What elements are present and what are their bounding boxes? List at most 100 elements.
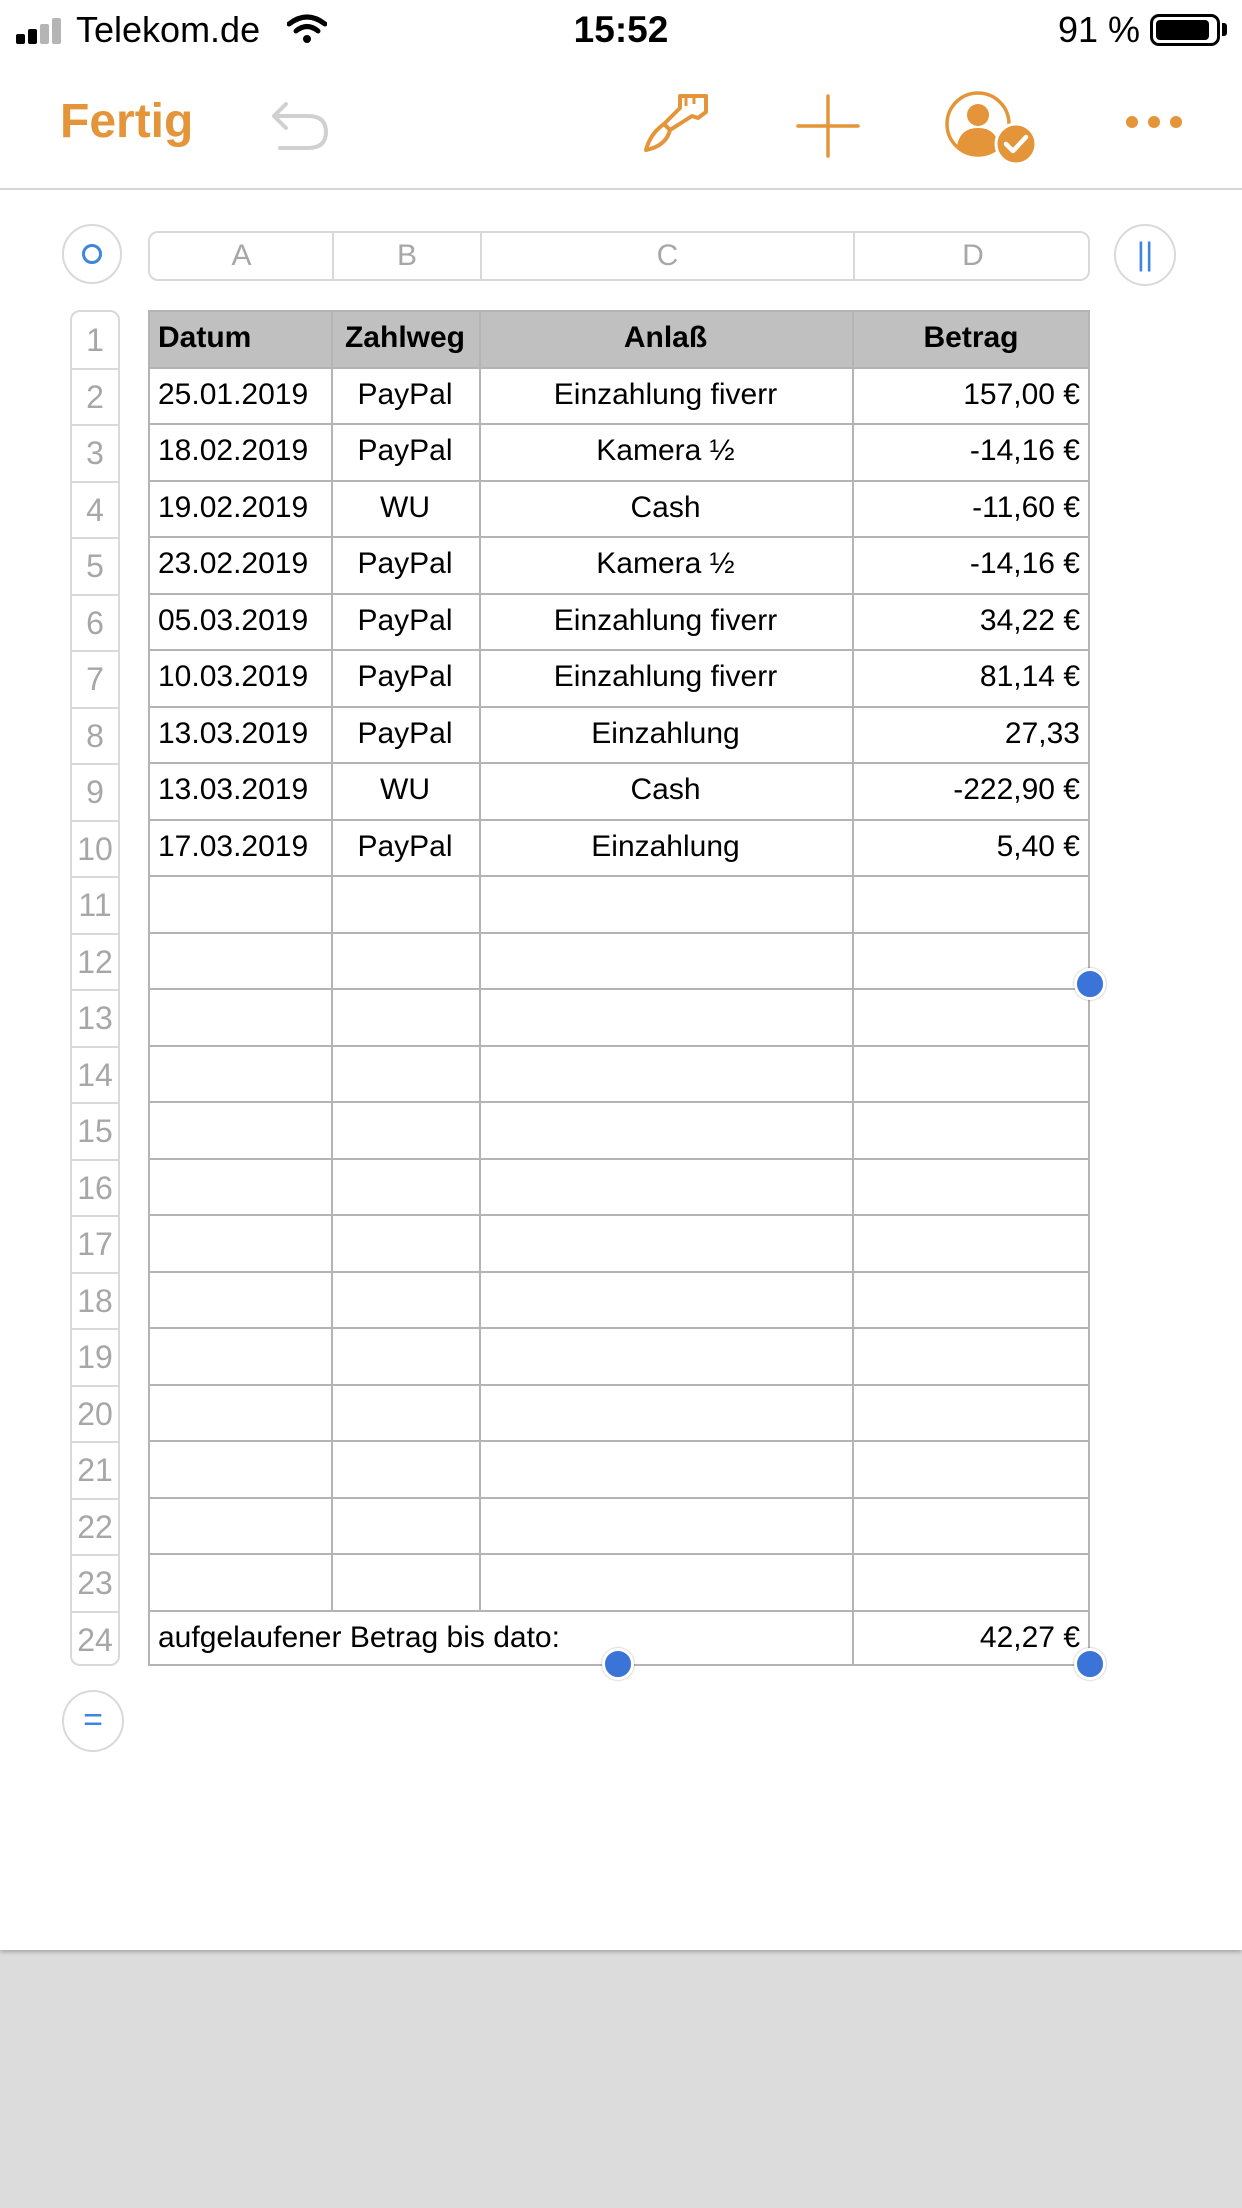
table-cell[interactable]: 27,33 bbox=[852, 706, 1090, 763]
row-header-14[interactable]: 14 bbox=[72, 1047, 118, 1103]
table-cell[interactable]: Cash bbox=[479, 762, 852, 819]
table-cell[interactable] bbox=[479, 988, 852, 1045]
resize-handle-columns[interactable] bbox=[1074, 968, 1106, 1000]
table-cell[interactable] bbox=[479, 932, 852, 989]
table-cell[interactable] bbox=[148, 1553, 331, 1610]
table-cell[interactable] bbox=[479, 1327, 852, 1384]
row-header-15[interactable]: 15 bbox=[72, 1103, 118, 1159]
table-cell[interactable] bbox=[331, 1497, 479, 1554]
table-cell[interactable]: 81,14 € bbox=[852, 649, 1090, 706]
row-header-16[interactable]: 16 bbox=[72, 1160, 118, 1216]
row-header-22[interactable]: 22 bbox=[72, 1499, 118, 1555]
table-cell[interactable] bbox=[148, 1327, 331, 1384]
table-cell[interactable]: 34,22 € bbox=[852, 593, 1090, 650]
table-cell[interactable] bbox=[148, 1045, 331, 1102]
table-cell[interactable] bbox=[852, 932, 1090, 989]
row-header-17[interactable]: 17 bbox=[72, 1216, 118, 1272]
table-cell[interactable] bbox=[148, 875, 331, 932]
plus-icon[interactable] bbox=[796, 94, 860, 158]
table-cell[interactable]: 157,00 € bbox=[852, 367, 1090, 424]
table-cell[interactable] bbox=[852, 1440, 1090, 1497]
table-cell[interactable]: Einzahlung bbox=[479, 819, 852, 876]
row-header-9[interactable]: 9 bbox=[72, 764, 118, 820]
row-header-3[interactable]: 3 bbox=[72, 425, 118, 481]
row-header-13[interactable]: 13 bbox=[72, 990, 118, 1046]
row-header-21[interactable]: 21 bbox=[72, 1442, 118, 1498]
collaboration-icon[interactable] bbox=[944, 90, 1042, 168]
table-cell[interactable]: -11,60 € bbox=[852, 480, 1090, 537]
row-header-2[interactable]: 2 bbox=[72, 369, 118, 425]
select-table-button[interactable] bbox=[62, 224, 122, 284]
table-cell[interactable] bbox=[331, 1101, 479, 1158]
table-cell[interactable] bbox=[852, 1214, 1090, 1271]
resize-handle-corner[interactable] bbox=[1074, 1648, 1106, 1680]
table-cell[interactable] bbox=[852, 1497, 1090, 1554]
row-header-23[interactable]: 23 bbox=[72, 1555, 118, 1611]
table-cell[interactable]: Einzahlung bbox=[479, 706, 852, 763]
row-header-7[interactable]: 7 bbox=[72, 651, 118, 707]
table-cell[interactable] bbox=[852, 988, 1090, 1045]
table-cell[interactable] bbox=[331, 1327, 479, 1384]
table-cell[interactable]: 19.02.2019 bbox=[148, 480, 331, 537]
table-cell[interactable] bbox=[331, 1553, 479, 1610]
table-cell[interactable] bbox=[331, 988, 479, 1045]
table-cell[interactable] bbox=[331, 1440, 479, 1497]
table-cell[interactable]: PayPal bbox=[331, 593, 479, 650]
header-cell-a[interactable]: Datum bbox=[148, 310, 331, 367]
table-cell[interactable]: 13.03.2019 bbox=[148, 762, 331, 819]
table-cell[interactable] bbox=[331, 932, 479, 989]
footer-total-cell[interactable]: 42,27 € bbox=[852, 1610, 1090, 1667]
table-cell[interactable] bbox=[148, 988, 331, 1045]
table-cell[interactable] bbox=[479, 1101, 852, 1158]
table-cell[interactable]: 5,40 € bbox=[852, 819, 1090, 876]
row-header-5[interactable]: 5 bbox=[72, 538, 118, 594]
table-cell[interactable]: PayPal bbox=[331, 423, 479, 480]
table-cell[interactable] bbox=[331, 1384, 479, 1441]
table-cell[interactable]: WU bbox=[331, 480, 479, 537]
row-header-24[interactable]: 24 bbox=[72, 1612, 118, 1668]
row-header-18[interactable]: 18 bbox=[72, 1273, 118, 1329]
table-cell[interactable] bbox=[331, 1158, 479, 1215]
table-cell[interactable] bbox=[479, 1158, 852, 1215]
column-header-d[interactable]: D bbox=[854, 233, 1092, 279]
footer-label-cell[interactable]: aufgelaufener Betrag bis dato: bbox=[148, 1610, 852, 1667]
table-cell[interactable] bbox=[331, 1214, 479, 1271]
table-cell[interactable]: PayPal bbox=[331, 367, 479, 424]
table-cell[interactable] bbox=[148, 1440, 331, 1497]
table-cell[interactable]: PayPal bbox=[331, 819, 479, 876]
table-cell[interactable] bbox=[148, 1271, 331, 1328]
table-cell[interactable]: -222,90 € bbox=[852, 762, 1090, 819]
table-cell[interactable]: PayPal bbox=[331, 649, 479, 706]
table-cell[interactable]: Kamera ½ bbox=[479, 536, 852, 593]
add-column-button[interactable]: || bbox=[1114, 224, 1176, 286]
table-cell[interactable] bbox=[331, 1271, 479, 1328]
header-cell-c[interactable]: Anlaß bbox=[479, 310, 852, 367]
table-cell[interactable] bbox=[331, 875, 479, 932]
header-cell-b[interactable]: Zahlweg bbox=[331, 310, 479, 367]
table-cell[interactable]: -14,16 € bbox=[852, 423, 1090, 480]
table-cell[interactable] bbox=[852, 1327, 1090, 1384]
table-cell[interactable] bbox=[148, 1384, 331, 1441]
table-cell[interactable] bbox=[148, 1101, 331, 1158]
row-header-10[interactable]: 10 bbox=[72, 821, 118, 877]
column-header-a[interactable]: A bbox=[150, 233, 333, 279]
table-cell[interactable]: -14,16 € bbox=[852, 536, 1090, 593]
column-header-b[interactable]: B bbox=[333, 233, 481, 279]
table-cell[interactable] bbox=[148, 1497, 331, 1554]
table-cell[interactable] bbox=[852, 1271, 1090, 1328]
table-cell[interactable]: 05.03.2019 bbox=[148, 593, 331, 650]
table-cell[interactable]: Kamera ½ bbox=[479, 423, 852, 480]
row-header-8[interactable]: 8 bbox=[72, 708, 118, 764]
table-cell[interactable] bbox=[852, 1045, 1090, 1102]
table-cell[interactable] bbox=[148, 932, 331, 989]
table-cell[interactable] bbox=[852, 875, 1090, 932]
table-cell[interactable]: Einzahlung fiverr bbox=[479, 367, 852, 424]
table-cell[interactable]: Cash bbox=[479, 480, 852, 537]
done-button[interactable]: Fertig bbox=[60, 94, 193, 149]
table-cell[interactable] bbox=[852, 1553, 1090, 1610]
table-cell[interactable] bbox=[479, 1553, 852, 1610]
paintbrush-icon[interactable] bbox=[640, 90, 712, 156]
table-cell[interactable]: WU bbox=[331, 762, 479, 819]
more-icon[interactable] bbox=[1124, 112, 1184, 132]
table-cell[interactable]: 23.02.2019 bbox=[148, 536, 331, 593]
